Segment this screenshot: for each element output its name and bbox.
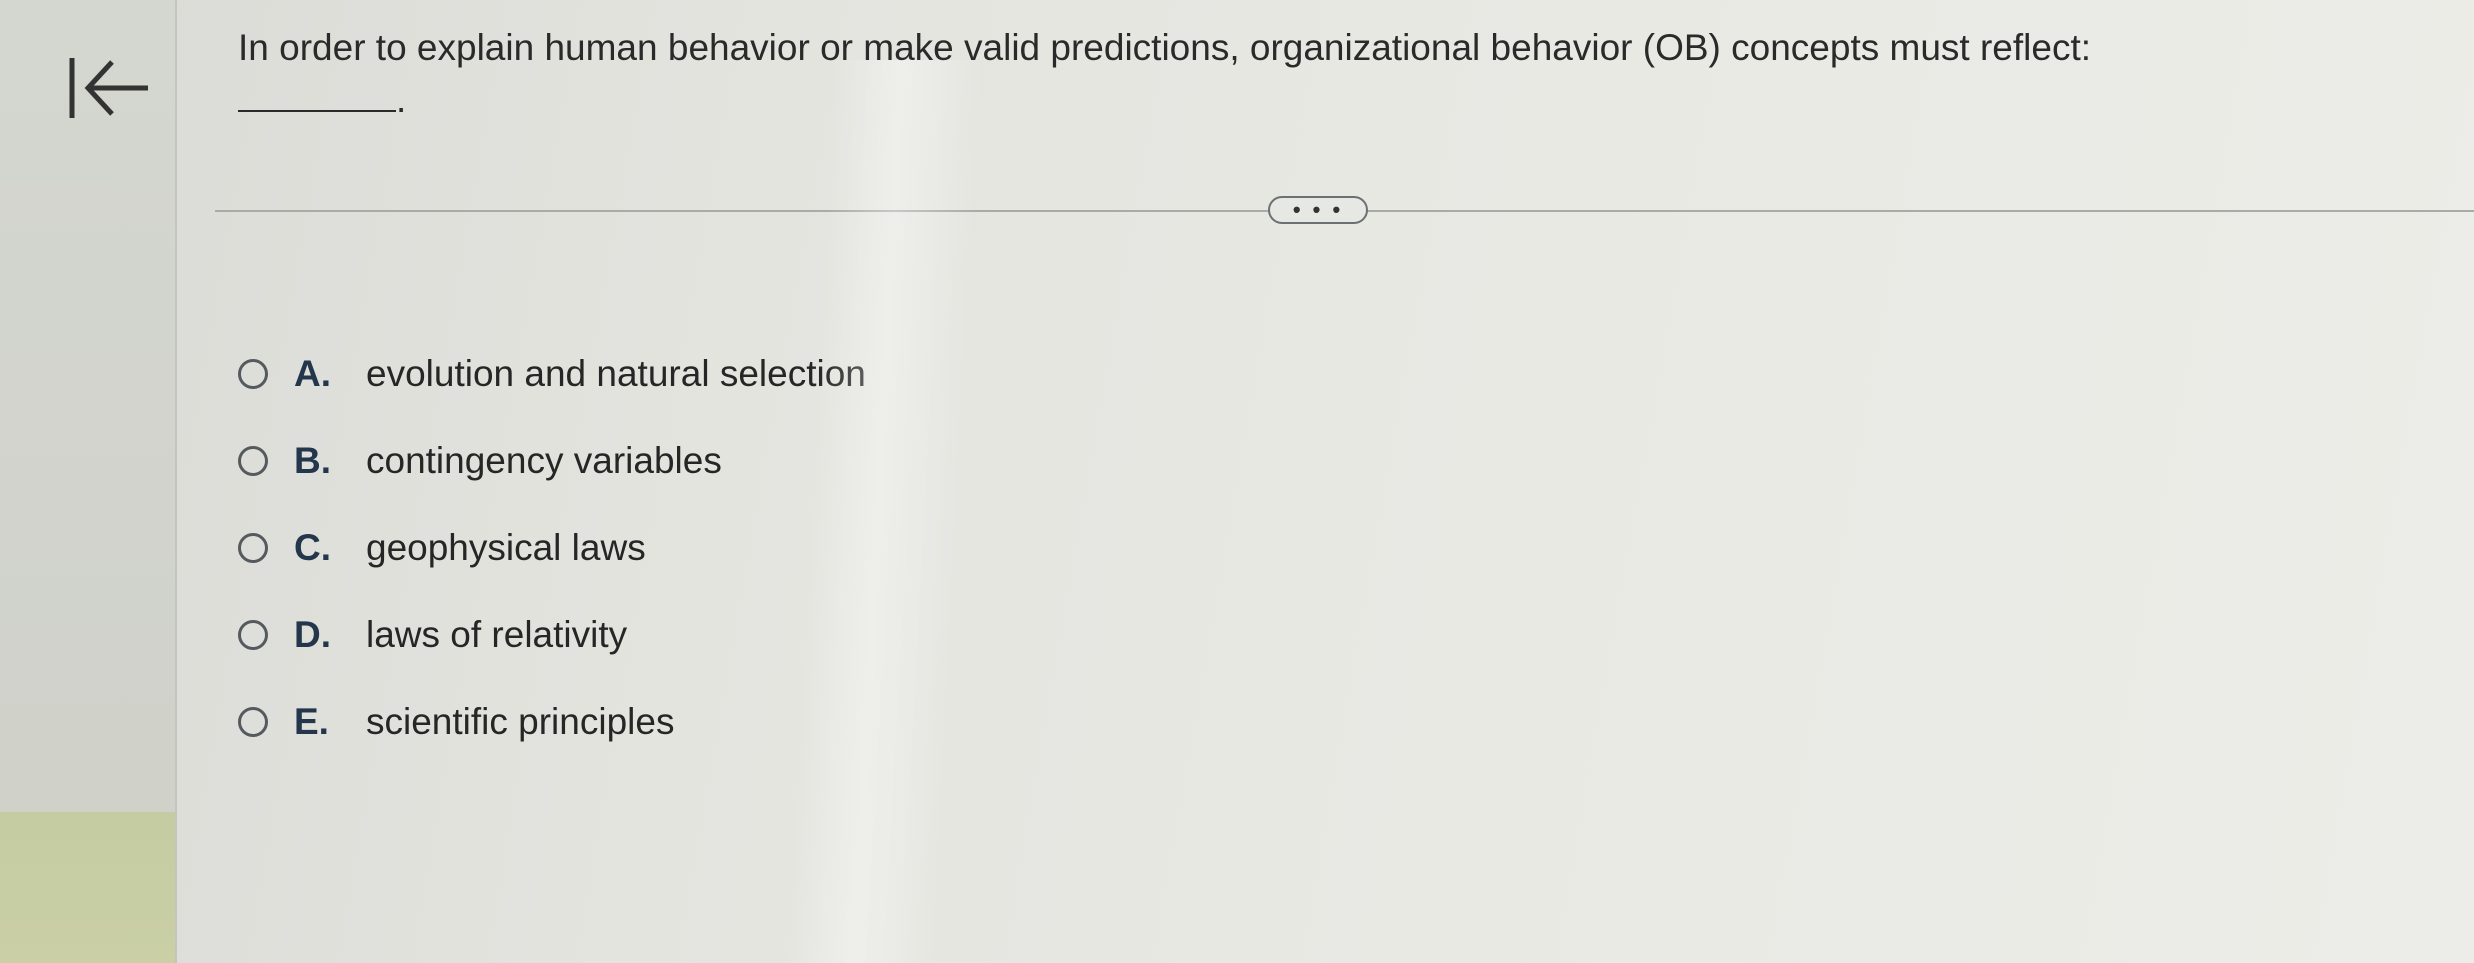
question-suffix: . [396, 79, 407, 120]
question-text: In order to explain human behavior or ma… [238, 22, 2418, 126]
first-page-arrow-icon [69, 58, 148, 118]
more-options-button[interactable]: • • • [1268, 196, 1368, 224]
radio-button[interactable] [238, 445, 268, 476]
radio-button[interactable] [238, 532, 268, 563]
option-b[interactable]: B. contingency variables [238, 417, 866, 504]
option-label: scientific principles [366, 700, 675, 742]
option-letter: D. [294, 613, 331, 655]
option-letter: A. [294, 352, 331, 394]
left-rail-divider [175, 0, 177, 963]
option-d[interactable]: D. laws of relativity [238, 591, 866, 678]
option-label: evolution and natural selection [366, 352, 866, 394]
option-letter: B. [294, 439, 331, 481]
answer-blank [238, 78, 396, 112]
option-letter: E. [294, 700, 329, 742]
answer-options: A. evolution and natural selection B. co… [238, 330, 866, 765]
option-label: geophysical laws [366, 526, 646, 568]
question-prompt: In order to explain human behavior or ma… [238, 27, 2091, 68]
left-rail-accent [0, 812, 175, 963]
option-e[interactable]: E. scientific principles [238, 678, 866, 765]
option-label: contingency variables [366, 439, 722, 481]
radio-button[interactable] [238, 706, 268, 737]
option-c[interactable]: C. geophysical laws [238, 504, 866, 591]
option-letter: C. [294, 526, 331, 568]
radio-button[interactable] [238, 358, 268, 389]
radio-button[interactable] [238, 619, 268, 650]
option-a[interactable]: A. evolution and natural selection [238, 330, 866, 417]
back-to-start-button[interactable] [60, 48, 160, 128]
option-label: laws of relativity [366, 613, 628, 655]
